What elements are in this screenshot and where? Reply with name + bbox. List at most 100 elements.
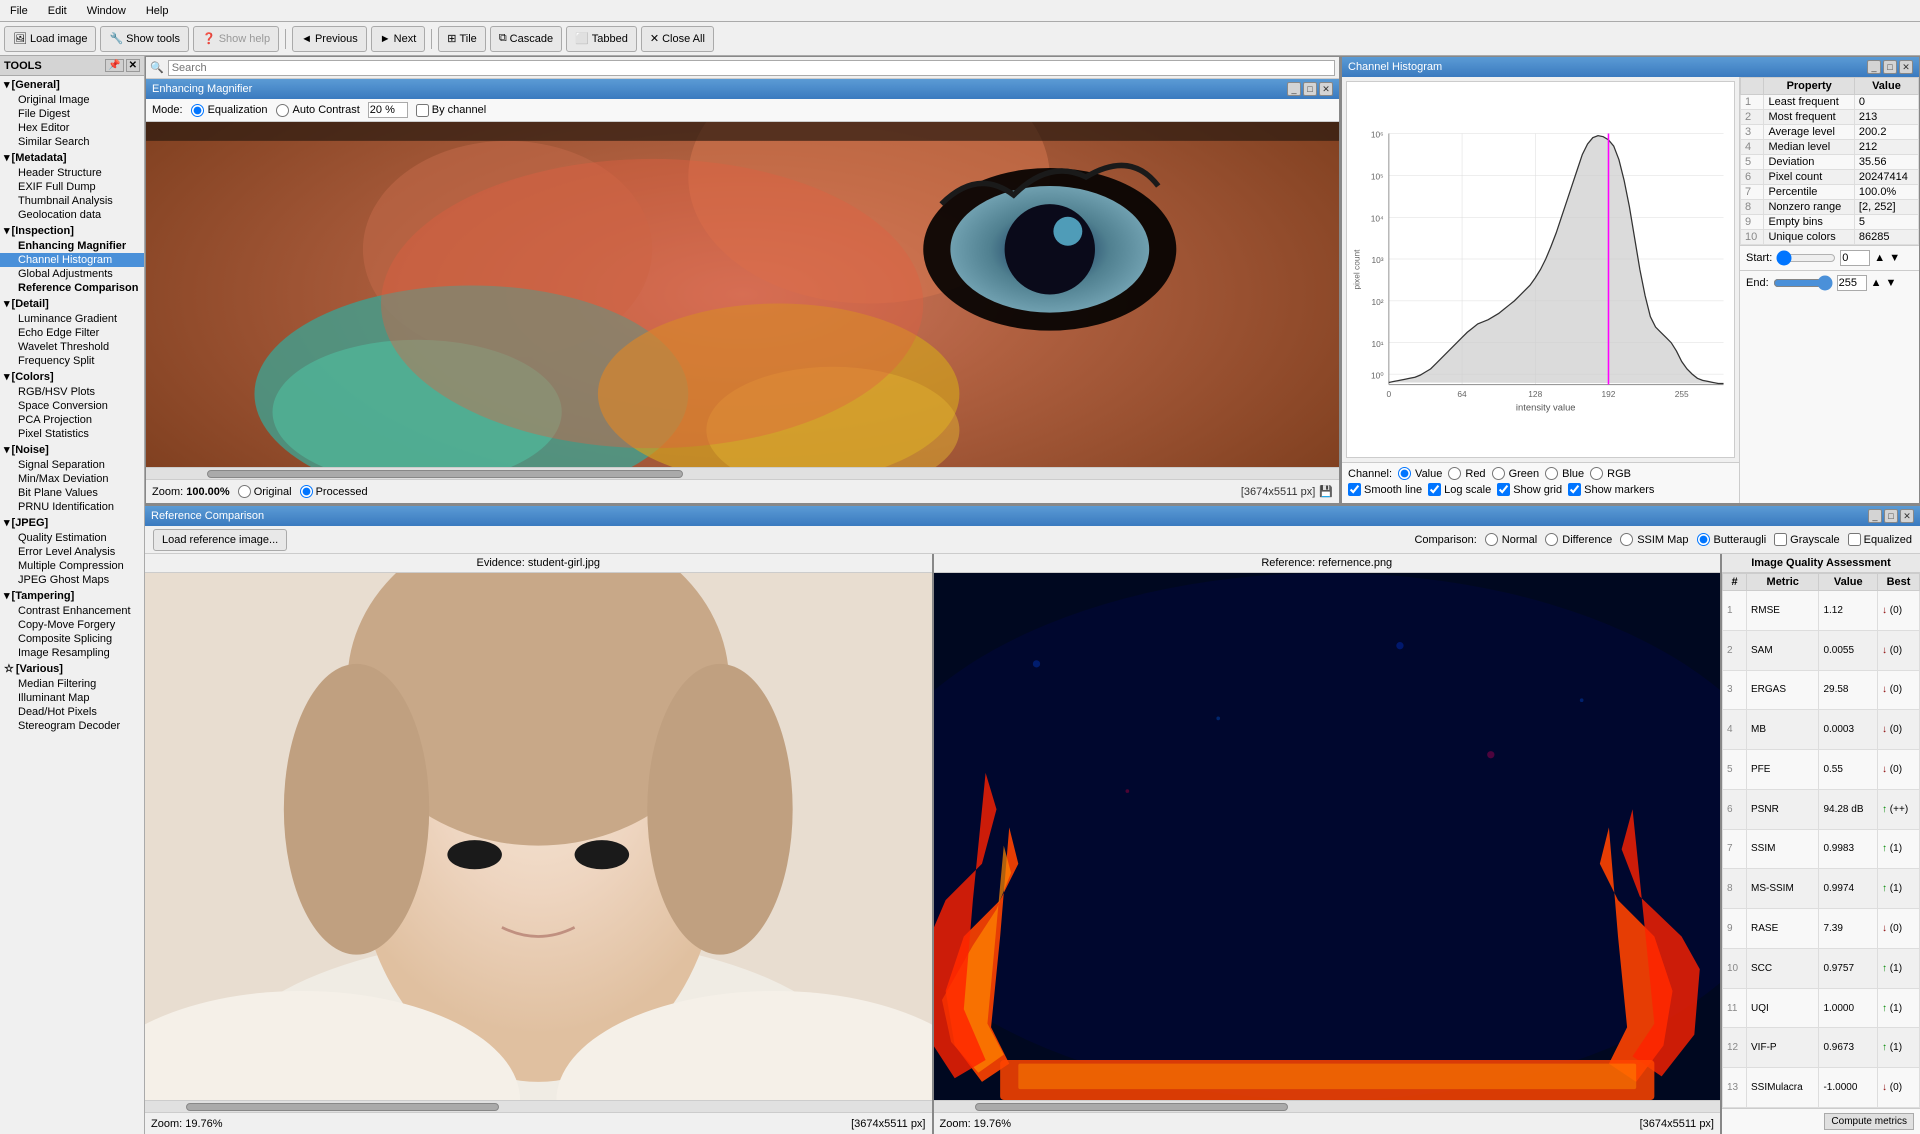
- channel-red-option[interactable]: Red: [1448, 467, 1485, 480]
- sidebar-item-space-conversion[interactable]: Space Conversion: [0, 399, 144, 413]
- smooth-line-checkbox[interactable]: [1348, 483, 1361, 496]
- by-channel-option[interactable]: By channel: [416, 104, 486, 117]
- smooth-line-option[interactable]: Smooth line: [1348, 483, 1422, 496]
- comparison-ssim-radio[interactable]: [1620, 533, 1633, 546]
- menu-file[interactable]: File: [4, 3, 34, 19]
- sidebar-item-multiple-compression[interactable]: Multiple Compression: [0, 559, 144, 573]
- next-button[interactable]: ► Next: [371, 26, 426, 52]
- show-grid-checkbox[interactable]: [1497, 483, 1510, 496]
- sidebar-item-median-filtering[interactable]: Median Filtering: [0, 677, 144, 691]
- comparison-butteraugli-option[interactable]: Butteraugli: [1697, 533, 1767, 546]
- by-channel-checkbox[interactable]: [416, 104, 429, 117]
- menu-help[interactable]: Help: [140, 3, 175, 19]
- sidebar-item-header-structure[interactable]: Header Structure: [0, 166, 144, 180]
- ref-minimize-button[interactable]: _: [1868, 509, 1882, 523]
- mode-equalization-option[interactable]: Equalization: [191, 104, 268, 117]
- sidebar-section-noise[interactable]: ▾ [Noise]: [0, 441, 144, 458]
- start-value-input[interactable]: [1840, 250, 1870, 266]
- sidebar-item-global-adjustments[interactable]: Global Adjustments: [0, 267, 144, 281]
- search-input[interactable]: [168, 60, 1335, 76]
- channel-rgb-radio[interactable]: [1590, 467, 1603, 480]
- sidebar-item-wavelet-threshold[interactable]: Wavelet Threshold: [0, 340, 144, 354]
- sidebar-item-quality-estimation[interactable]: Quality Estimation: [0, 531, 144, 545]
- ref-close-button[interactable]: ✕: [1900, 509, 1914, 523]
- tabbed-button[interactable]: ⬜ Tabbed: [566, 26, 637, 52]
- sidebar-item-prnu-identification[interactable]: PRNU Identification: [0, 500, 144, 514]
- comparison-difference-radio[interactable]: [1545, 533, 1558, 546]
- sidebar-section-colors[interactable]: ▾ [Colors]: [0, 368, 144, 385]
- mode-auto-contrast-option[interactable]: Auto Contrast: [276, 104, 360, 117]
- sidebar-item-similar-search[interactable]: Similar Search: [0, 135, 144, 149]
- previous-button[interactable]: ◄ Previous: [292, 26, 367, 52]
- sidebar-section-tampering[interactable]: ▾ [Tampering]: [0, 587, 144, 604]
- hist-close-button[interactable]: ✕: [1899, 60, 1913, 74]
- sidebar-item-pca-projection[interactable]: PCA Projection: [0, 413, 144, 427]
- sidebar-section-general[interactable]: ▾ [General]: [0, 76, 144, 93]
- start-range-slider[interactable]: [1776, 250, 1836, 266]
- channel-value-option[interactable]: Value: [1398, 467, 1442, 480]
- horizontal-scrollbar[interactable]: [146, 467, 1339, 479]
- sidebar-item-reference-comparison[interactable]: Reference Comparison: [0, 281, 144, 295]
- sidebar-item-exif-full-dump[interactable]: EXIF Full Dump: [0, 180, 144, 194]
- cascade-button[interactable]: ⧉ Cascade: [490, 26, 562, 52]
- sidebar-section-inspection[interactable]: ▾ [Inspection]: [0, 222, 144, 239]
- end-range-slider[interactable]: [1773, 275, 1833, 291]
- channel-rgb-option[interactable]: RGB: [1590, 467, 1631, 480]
- comparison-difference-option[interactable]: Difference: [1545, 533, 1612, 546]
- sidebar-item-file-digest[interactable]: File Digest: [0, 107, 144, 121]
- channel-value-radio[interactable]: [1398, 467, 1411, 480]
- reference-scrollbar-thumb[interactable]: [975, 1103, 1288, 1111]
- original-radio[interactable]: [238, 485, 251, 498]
- grayscale-option[interactable]: Grayscale: [1774, 533, 1840, 546]
- mode-equalization-radio[interactable]: [191, 104, 204, 117]
- sidebar-item-echo-edge-filter[interactable]: Echo Edge Filter: [0, 326, 144, 340]
- save-icon[interactable]: 💾: [1319, 485, 1333, 498]
- show-markers-checkbox[interactable]: [1568, 483, 1581, 496]
- log-scale-checkbox[interactable]: [1428, 483, 1441, 496]
- sidebar-item-bit-plane-values[interactable]: Bit Plane Values: [0, 486, 144, 500]
- load-reference-button[interactable]: Load reference image...: [153, 529, 287, 551]
- sidebar-item-channel-histogram[interactable]: Channel Histogram: [0, 253, 144, 267]
- close-panel-button[interactable]: ✕: [1319, 82, 1333, 96]
- sidebar-section-jpeg[interactable]: ▾ [JPEG]: [0, 514, 144, 531]
- menu-window[interactable]: Window: [81, 3, 132, 19]
- reference-h-scrollbar[interactable]: [934, 1100, 1721, 1112]
- hist-minimize-button[interactable]: _: [1867, 60, 1881, 74]
- mode-value-input[interactable]: [368, 102, 408, 118]
- evidence-scrollbar-thumb[interactable]: [186, 1103, 499, 1111]
- sidebar-item-rgb-hsv-plots[interactable]: RGB/HSV Plots: [0, 385, 144, 399]
- sidebar-item-composite-splicing[interactable]: Composite Splicing: [0, 632, 144, 646]
- show-tools-button[interactable]: 🔧 Show tools: [100, 26, 189, 52]
- equalized-option[interactable]: Equalized: [1848, 533, 1912, 546]
- sidebar-close[interactable]: ✕: [126, 59, 140, 72]
- comparison-butteraugli-radio[interactable]: [1697, 533, 1710, 546]
- grayscale-checkbox[interactable]: [1774, 533, 1787, 546]
- compute-metrics-button[interactable]: Compute metrics: [1824, 1113, 1914, 1130]
- sidebar-item-contrast-enhancement[interactable]: Contrast Enhancement: [0, 604, 144, 618]
- close-all-button[interactable]: ✕ Close All: [641, 26, 714, 52]
- sidebar-item-geolocation-data[interactable]: Geolocation data: [0, 208, 144, 222]
- log-scale-option[interactable]: Log scale: [1428, 483, 1491, 496]
- sidebar-section-detail[interactable]: ▾ [Detail]: [0, 295, 144, 312]
- channel-green-option[interactable]: Green: [1492, 467, 1540, 480]
- menu-edit[interactable]: Edit: [42, 3, 73, 19]
- sidebar-item-dead-hot-pixels[interactable]: Dead/Hot Pixels: [0, 705, 144, 719]
- sidebar-item-frequency-split[interactable]: Frequency Split: [0, 354, 144, 368]
- mode-auto-contrast-radio[interactable]: [276, 104, 289, 117]
- sidebar-item-jpeg-ghost-maps[interactable]: JPEG Ghost Maps: [0, 573, 144, 587]
- channel-green-radio[interactable]: [1492, 467, 1505, 480]
- sidebar-section-various[interactable]: ☆ [Various]: [0, 660, 144, 677]
- original-option[interactable]: Original: [238, 485, 292, 498]
- sidebar-pin[interactable]: 📌: [105, 59, 123, 72]
- tile-button[interactable]: ⊞ Tile: [438, 26, 486, 52]
- sidebar-item-illuminant-map[interactable]: Illuminant Map: [0, 691, 144, 705]
- sidebar-item-original-image[interactable]: Original Image: [0, 93, 144, 107]
- load-image-button[interactable]: 🖼 Load image: [4, 26, 96, 52]
- sidebar-item-pixel-statistics[interactable]: Pixel Statistics: [0, 427, 144, 441]
- sidebar-item-image-resampling[interactable]: Image Resampling: [0, 646, 144, 660]
- channel-blue-option[interactable]: Blue: [1545, 467, 1584, 480]
- processed-radio[interactable]: [300, 485, 313, 498]
- sidebar-item-signal-separation[interactable]: Signal Separation: [0, 458, 144, 472]
- sidebar-item-minmax-deviation[interactable]: Min/Max Deviation: [0, 472, 144, 486]
- channel-blue-radio[interactable]: [1545, 467, 1558, 480]
